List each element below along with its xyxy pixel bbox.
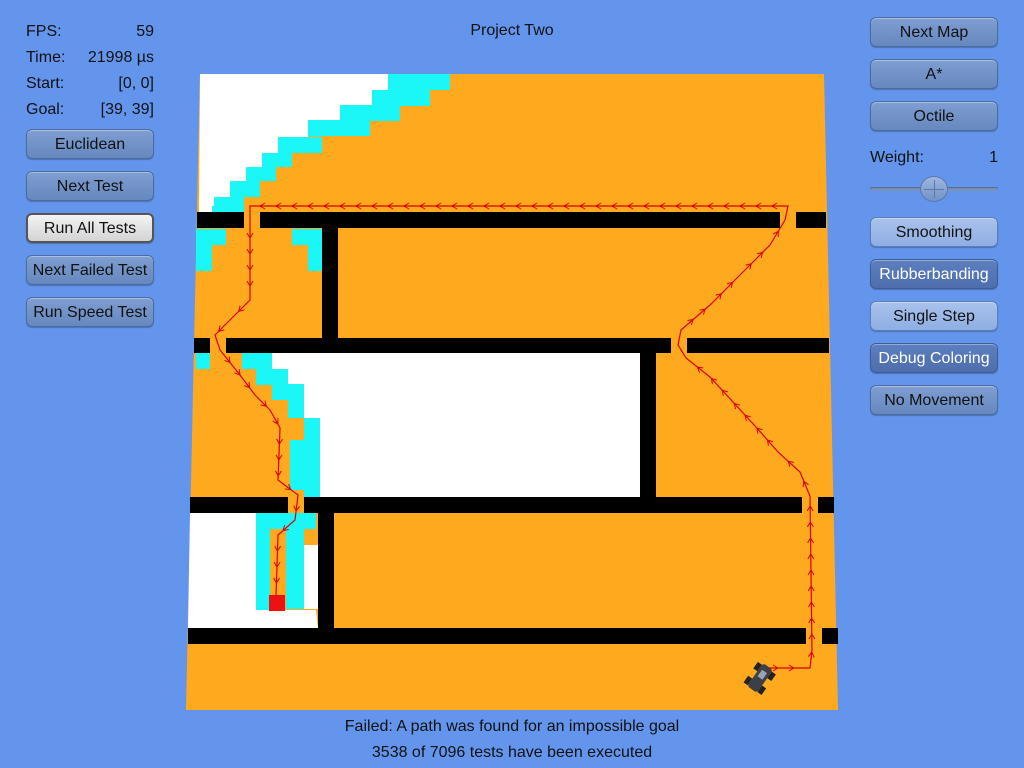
closed-strip xyxy=(304,545,318,609)
wall-segment xyxy=(188,628,806,644)
frontier-cell xyxy=(290,440,304,490)
frontier-cell xyxy=(388,74,450,90)
wall-segment xyxy=(822,628,838,644)
frontier-cell xyxy=(242,353,272,369)
wall-segment xyxy=(304,497,802,513)
frontier-cell xyxy=(246,167,276,181)
frontier-cell xyxy=(304,418,320,497)
progress-text: 3538 of 7096 tests have been executed xyxy=(371,744,653,761)
frontier-cell xyxy=(262,153,292,167)
wall-segment xyxy=(260,212,780,228)
wall-segment xyxy=(226,338,671,353)
frontier-cell xyxy=(256,513,316,529)
frontier-cell xyxy=(230,181,260,197)
status-message: Failed: A path was found for an impossib… xyxy=(344,718,680,735)
wall-segment xyxy=(687,338,829,353)
frontier-cell xyxy=(196,245,212,271)
wall-segment xyxy=(818,497,834,513)
frontier-cell xyxy=(256,369,288,385)
frontier-cell xyxy=(288,400,304,418)
frontier-cell xyxy=(308,120,370,136)
frontier-cell xyxy=(196,353,210,369)
frontier-cell xyxy=(292,229,322,245)
goal-cell xyxy=(269,595,285,611)
wall-segment xyxy=(197,212,244,228)
frontier-cell xyxy=(308,245,322,271)
closed-region-middle xyxy=(272,353,641,497)
wall-segment xyxy=(318,513,334,628)
frontier-cell xyxy=(372,90,430,106)
wall-segment xyxy=(640,353,656,497)
frontier-cell xyxy=(196,229,226,245)
frontier-cell xyxy=(256,529,270,610)
pathfinding-grid[interactable] xyxy=(0,0,1024,768)
frontier-cell xyxy=(272,384,304,400)
frontier-cell xyxy=(286,529,304,609)
frontier-cell xyxy=(340,105,400,121)
app-window: FPS: 59 Time: 21998 µs Start: [0, 0] Goa… xyxy=(0,0,1024,768)
wall-segment xyxy=(190,497,288,513)
frontier-cell xyxy=(278,137,322,153)
wall-segment xyxy=(194,338,210,353)
wall-segment xyxy=(796,212,826,228)
wall-segment xyxy=(322,228,338,338)
